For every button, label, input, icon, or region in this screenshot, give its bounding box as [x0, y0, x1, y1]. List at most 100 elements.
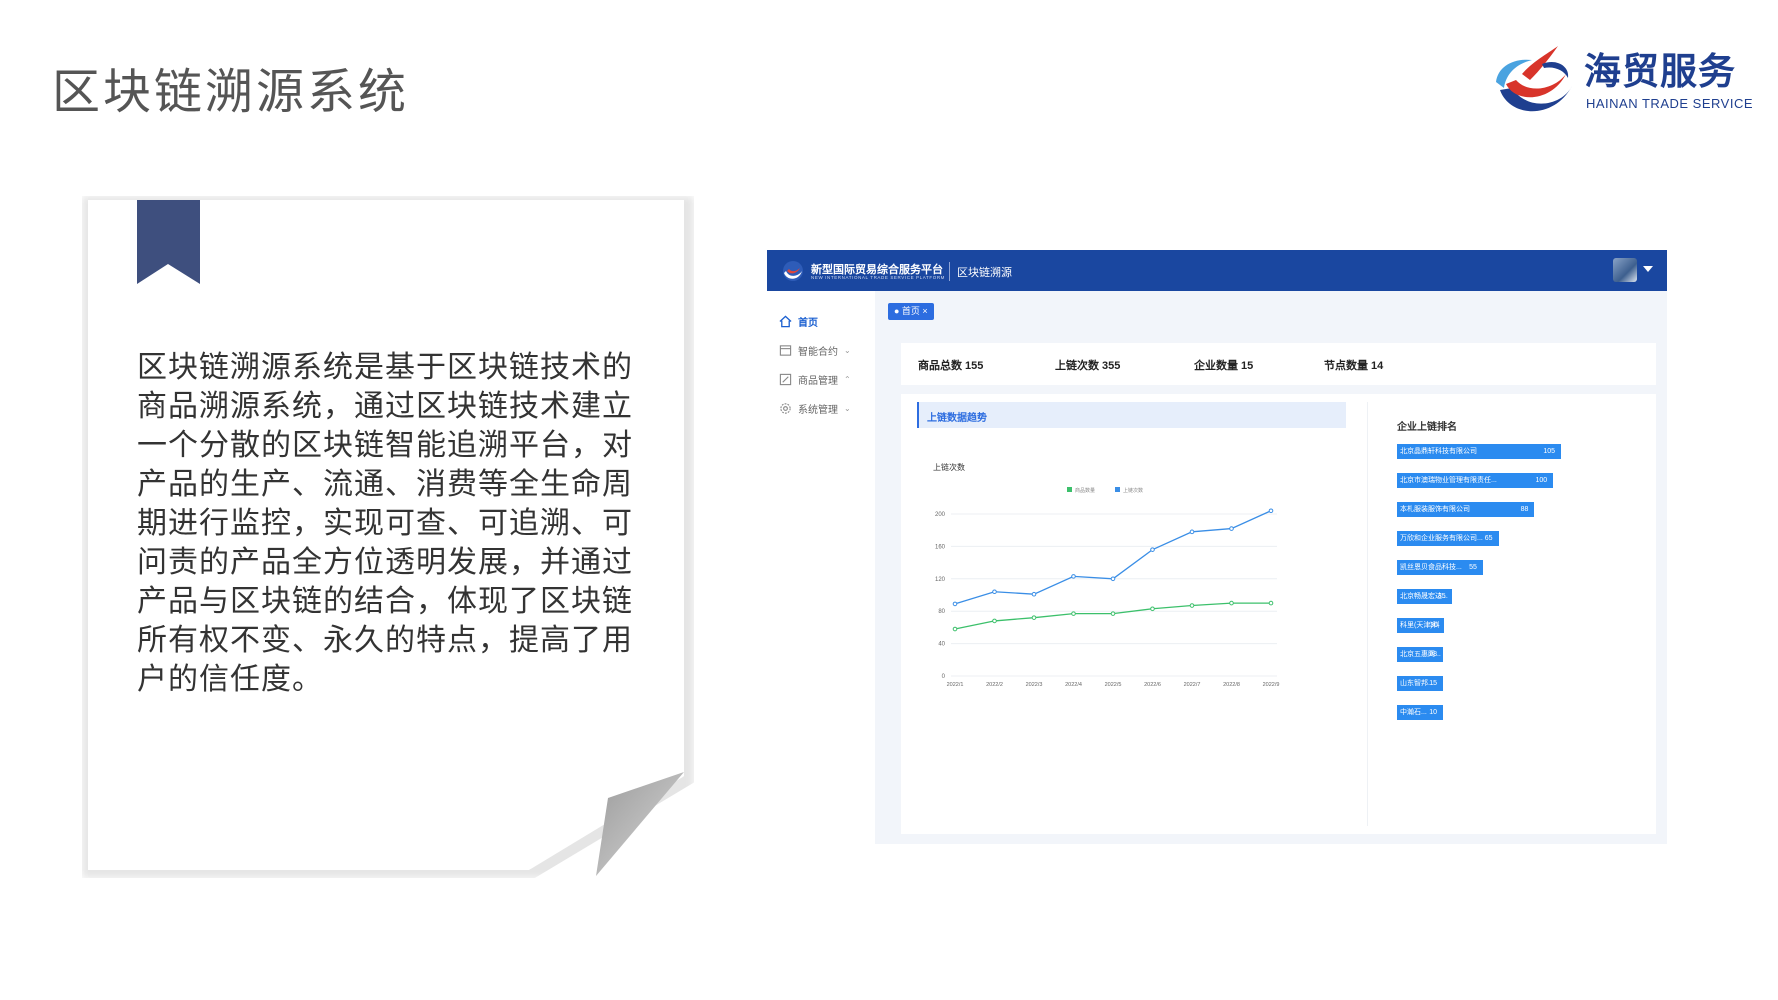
brand-swoosh-icon: [1496, 46, 1572, 112]
edit-icon: [779, 373, 792, 385]
page-curl-icon: [596, 772, 684, 876]
sidebar-item-goods[interactable]: 商品管理 ⌃: [779, 369, 851, 389]
ranking-bar: 科里(天津)科 30: [1397, 618, 1444, 633]
chevron-up-icon: ⌃: [844, 374, 851, 384]
sidebar-item-home[interactable]: 首页: [779, 311, 818, 331]
ranking-bar: 凯丝恩贝食品科技... 55: [1397, 560, 1483, 575]
home-icon: [779, 315, 792, 327]
x-tick-label: 2022/3: [1026, 682, 1043, 688]
ranking-value: 28: [1429, 651, 1437, 658]
x-tick-label: 2022/9: [1263, 682, 1280, 688]
ranking-value: 55: [1469, 564, 1477, 571]
ranking-title: 企业上链排名: [1397, 422, 1457, 433]
data-point: [1268, 508, 1274, 514]
data-point: [1110, 576, 1116, 582]
module-title: 区块链溯源: [957, 267, 1012, 279]
tab-home[interactable]: ● 首页 ×: [888, 303, 934, 320]
chevron-down-icon: ⌄: [844, 345, 851, 355]
data-point: [1189, 603, 1195, 608]
data-point: [952, 601, 958, 607]
x-tick-label: 2022/4: [1065, 682, 1082, 688]
brand-name: 海贸服务: [1584, 50, 1736, 93]
data-point: [952, 626, 958, 632]
data-point: [992, 589, 997, 595]
description-text: 区块链溯源系统是基于区块链技术的商品溯源系统，通过区块链技术建立一个分散的区块链…: [137, 350, 633, 697]
ranking-bar: 北京畅晟宏达... 35: [1397, 589, 1452, 604]
y-tick-label: 80: [938, 609, 945, 615]
ranking-bar: 本札服装服饰有限公司 88: [1397, 502, 1535, 517]
bookmark-icon: [137, 200, 200, 284]
sidebar-item-label: 首页: [798, 317, 818, 329]
y-tick-label: 120: [935, 577, 946, 583]
data-point: [1229, 526, 1234, 531]
ranking-value: 65: [1484, 535, 1493, 542]
user-menu-caret-icon[interactable]: [1643, 266, 1653, 272]
panel-divider: [1367, 402, 1368, 826]
ranking-value: 100: [1535, 477, 1548, 484]
ranking-value: 30: [1430, 622, 1438, 629]
contract-icon: [779, 344, 792, 356]
x-tick-label: 2022/6: [1144, 682, 1161, 688]
stat-company-count: 企业数量 15: [1194, 360, 1254, 372]
ranking-value: 88: [1520, 506, 1529, 513]
data-point: [1031, 615, 1037, 620]
app-screenshot: 新型国际贸易综合服务平台 NEW INTERNATIONAL TRADE SER…: [767, 250, 1667, 844]
legend-swatch: [1067, 487, 1072, 492]
y-tick-label: 200: [935, 512, 946, 518]
ranking-company-name: 中瀚石...: [1400, 709, 1427, 716]
ranking-value: 15: [1429, 680, 1437, 687]
ranking-value: 10: [1429, 709, 1437, 716]
data-point: [1150, 606, 1155, 612]
data-point: [1071, 574, 1076, 579]
platform-name-en: NEW INTERNATIONAL TRADE SERVICE PLATFORM: [811, 275, 946, 280]
sidebar-item-smart-contract[interactable]: 智能合约 ⌄: [779, 340, 851, 360]
x-tick-label: 2022/8: [1223, 682, 1240, 688]
brand-subtitle: HAINAN TRADE SERVICE: [1586, 96, 1754, 111]
slide-title: 区块链溯源系统: [52, 64, 410, 120]
ranking-bar: 北京五惠网... 28: [1397, 647, 1443, 662]
data-point: [1268, 600, 1274, 606]
main-card: 上链数据趋势 0 40 80 120 160 200 2022/1 2022/2 2022/3 2…: [901, 394, 1656, 834]
ranking-company-name: 北京晶鼎轩科技有限公司: [1400, 448, 1477, 455]
x-tick-label: 2022/1: [947, 682, 964, 688]
sidebar: 首页 智能合约 ⌄ 商品管理 ⌃ 系统管理 ⌄: [767, 291, 875, 844]
trend-line-chart: 0 40 80 120 160 200 2022/1 2022/2 2022/3 2022/4 20…: [933, 462, 1280, 688]
ranking-bar: 北京市澳瑞物业管理有限责任... 100: [1397, 473, 1554, 488]
ranking-company-name: 本札服装服饰有限公司: [1400, 506, 1470, 513]
data-point: [1189, 529, 1195, 535]
data-point: [1150, 547, 1155, 552]
y-tick-label: 0: [942, 674, 946, 680]
ranking-bar: 山东智邦... 15: [1397, 676, 1443, 691]
ranking-value: 105: [1543, 448, 1555, 455]
x-tick-label: 2022/7: [1184, 682, 1201, 688]
gear-icon: [780, 402, 791, 414]
y-tick-label: 40: [938, 642, 945, 648]
data-point: [1031, 591, 1037, 597]
y-axis-label: 上链次数: [933, 462, 965, 472]
y-tick-label: 160: [935, 544, 946, 550]
sidebar-item-label: 智能合约: [798, 346, 838, 358]
user-avatar[interactable]: [1613, 258, 1637, 282]
ranking-company-name: 万欣和企业服务有限公司...: [1400, 535, 1483, 542]
x-tick-label: 2022/5: [1105, 682, 1122, 688]
platform-logo-icon: [783, 261, 803, 281]
data-point: [992, 618, 997, 624]
data-point: [1071, 611, 1076, 616]
stat-goods-total: 商品总数 155: [918, 360, 984, 372]
sidebar-item-label: 商品管理: [798, 375, 838, 387]
ranking-bar: 北京晶鼎轩科技有限公司 105: [1397, 444, 1561, 459]
ranking-bar: 中瀚石... 10: [1397, 705, 1443, 720]
series-line: [954, 602, 1271, 630]
legend-swatch: [1115, 487, 1120, 492]
header-divider: [949, 262, 950, 281]
stat-chain-count: 上链次数 355: [1055, 360, 1121, 372]
legend-label: 商品数量: [1075, 487, 1095, 494]
brand-logo: 海贸服务 HAINAN TRADE SERVICE: [1492, 40, 1762, 128]
data-point: [1229, 600, 1234, 606]
sidebar-item-system[interactable]: 系统管理 ⌄: [779, 398, 851, 418]
data-point: [1110, 611, 1116, 616]
ranking-company-name: 凯丝恩贝食品科技...: [1400, 564, 1462, 571]
chevron-down-icon: ⌄: [844, 403, 851, 413]
ranking-company-name: 北京市澳瑞物业管理有限责任...: [1400, 477, 1497, 484]
stat-node-count: 节点数量 14: [1324, 360, 1384, 372]
